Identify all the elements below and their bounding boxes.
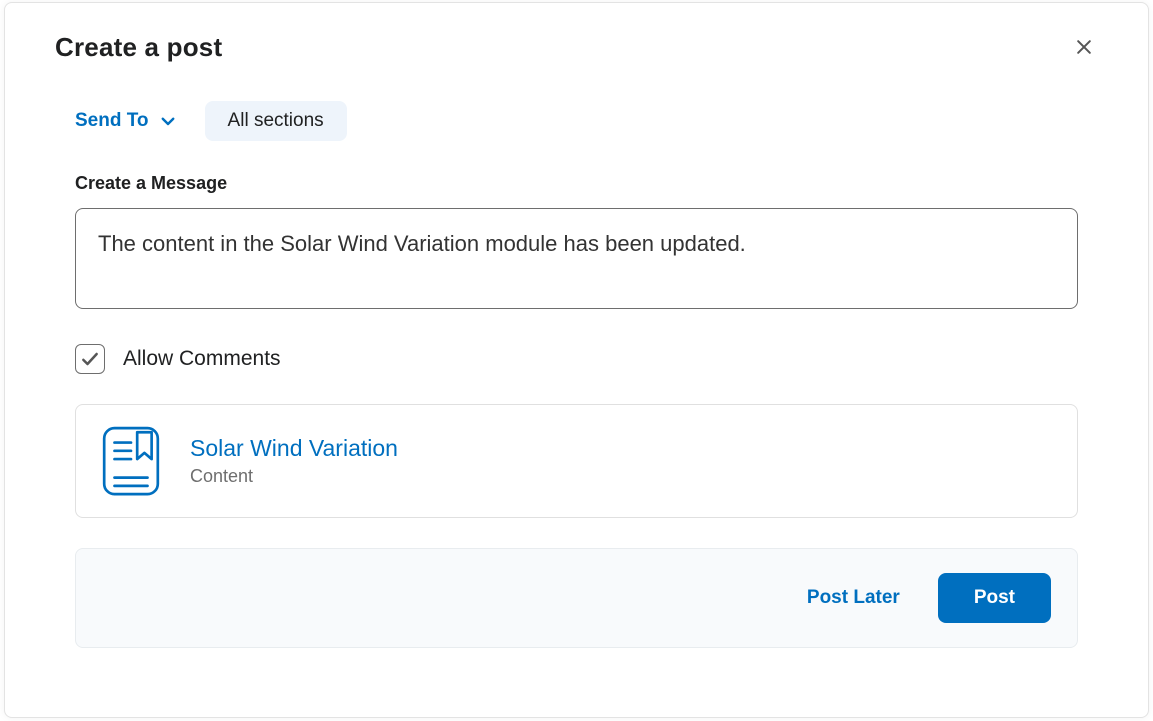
close-button[interactable]: [1066, 29, 1102, 65]
section-chip[interactable]: All sections: [205, 101, 347, 141]
allow-comments-checkbox[interactable]: [75, 344, 105, 374]
close-icon: [1074, 37, 1094, 57]
action-bar: Post Later Post: [75, 548, 1078, 648]
modal-title: Create a post: [55, 32, 222, 63]
content-module-icon: [98, 423, 164, 499]
modal-body: Send To All sections Create a Message Al…: [5, 75, 1148, 648]
attachment-title-link[interactable]: Solar Wind Variation: [190, 435, 398, 462]
chevron-down-icon: [159, 112, 177, 130]
send-to-dropdown[interactable]: Send To: [75, 110, 177, 132]
allow-comments-label: Allow Comments: [123, 347, 281, 371]
attachment-subtitle: Content: [190, 466, 398, 487]
create-post-modal: Create a post Send To All sections Creat…: [4, 2, 1149, 718]
message-label: Create a Message: [75, 173, 1078, 194]
send-to-row: Send To All sections: [75, 101, 1078, 141]
check-icon: [80, 349, 100, 369]
send-to-label: Send To: [75, 110, 149, 132]
attachment-text: Solar Wind Variation Content: [190, 435, 398, 487]
post-later-button[interactable]: Post Later: [803, 577, 904, 619]
modal-header: Create a post: [5, 3, 1148, 75]
allow-comments-row: Allow Comments: [75, 344, 1078, 374]
attachment-card: Solar Wind Variation Content: [75, 404, 1078, 518]
message-input[interactable]: [75, 208, 1078, 309]
post-button[interactable]: Post: [938, 573, 1051, 623]
